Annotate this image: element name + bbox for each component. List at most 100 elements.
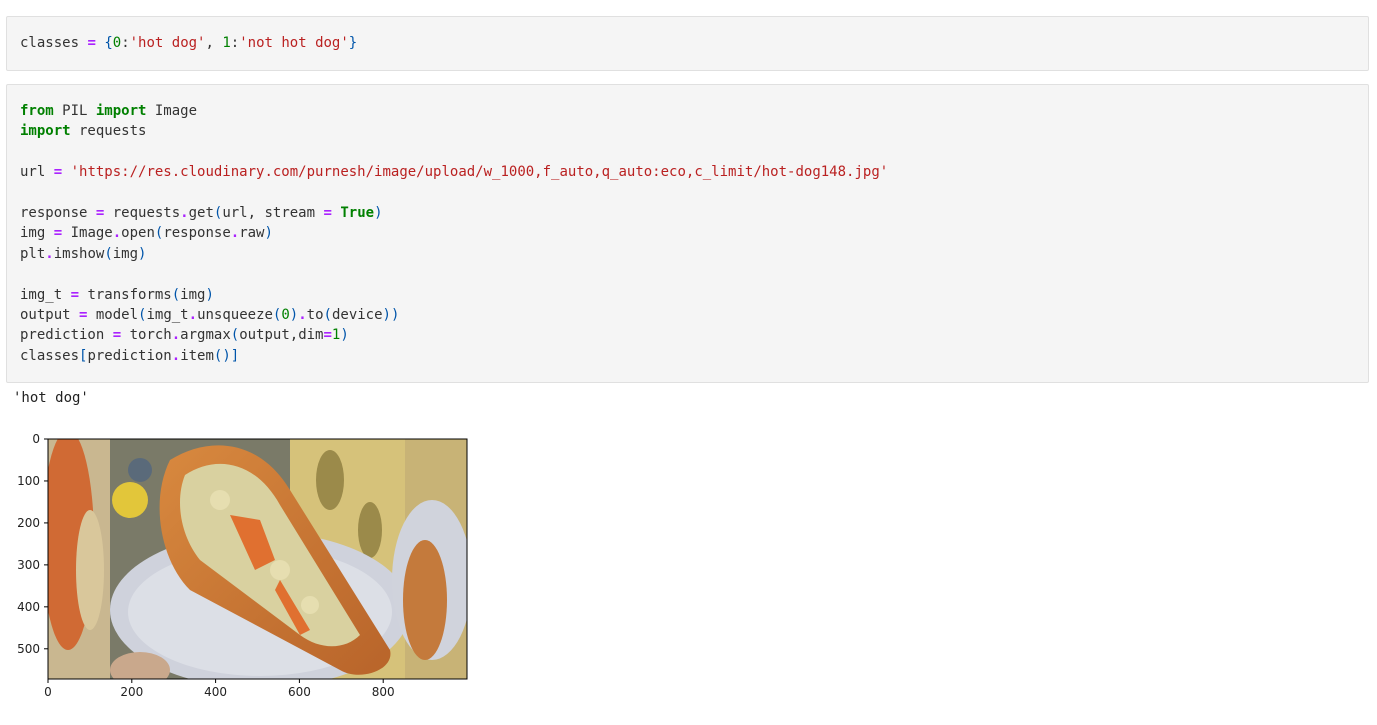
code-line: from PIL import Image bbox=[20, 103, 197, 119]
code-token: argmax bbox=[180, 327, 231, 344]
code-token: = bbox=[70, 286, 80, 303]
code-token: ) bbox=[138, 245, 147, 262]
y-tick-label: 100 bbox=[17, 474, 40, 488]
y-tick-label: 200 bbox=[17, 516, 40, 530]
code-token: . bbox=[230, 225, 240, 242]
code-token: imshow bbox=[53, 245, 105, 262]
code-token: torch bbox=[121, 327, 172, 344]
code-token: plt bbox=[20, 245, 46, 262]
x-tick-label: 600 bbox=[288, 685, 311, 699]
code-token: ) bbox=[374, 205, 383, 222]
x-tick-label: 200 bbox=[120, 685, 143, 699]
code-token: model bbox=[87, 307, 139, 324]
code-line: prediction = torch.argmax(output,dim=1) bbox=[20, 327, 349, 343]
code-token: device bbox=[331, 307, 383, 324]
code-token: output bbox=[20, 307, 80, 324]
code-token: True bbox=[340, 205, 375, 222]
code-cell-1[interactable]: classes = {0:'hot dog', 1:'not hot dog'} bbox=[6, 16, 1369, 71]
code-token: ) bbox=[205, 286, 214, 303]
code-token: response bbox=[20, 205, 96, 222]
code-token: . bbox=[171, 347, 181, 364]
code-line: output = model(img_t.unsqueeze(0).to(dev… bbox=[20, 307, 399, 323]
code-token: = bbox=[112, 327, 122, 344]
code-token: img bbox=[112, 245, 139, 262]
code-token: ( bbox=[230, 327, 240, 344]
hot-dog-photo bbox=[48, 439, 467, 679]
code-token: url, stream bbox=[222, 205, 324, 222]
code-token: 0 bbox=[112, 35, 122, 51]
code-token: requests bbox=[104, 205, 181, 222]
code-token: img_t bbox=[20, 286, 71, 303]
code-token: ( bbox=[171, 286, 181, 303]
code-token: Image bbox=[146, 103, 198, 119]
code-token: ( bbox=[104, 245, 113, 262]
code-token: requests bbox=[70, 123, 147, 140]
code-token: 1 bbox=[222, 35, 231, 51]
code-editor[interactable]: classes = {0:'hot dog', 1:'not hot dog'} bbox=[20, 33, 357, 53]
code-token: } bbox=[348, 35, 358, 51]
code-token: . bbox=[188, 307, 198, 324]
code-line: response = requests.get(url, stream = Tr… bbox=[20, 205, 383, 221]
code-token: = bbox=[87, 35, 96, 51]
code-token: prediction bbox=[87, 347, 172, 364]
code-token: from bbox=[20, 103, 54, 119]
code-token: 'https://res.cloudinary.com/purnesh/imag… bbox=[70, 164, 889, 181]
y-axis: 0 100 200 300 400 500 bbox=[17, 432, 48, 656]
code-token: : bbox=[230, 35, 240, 51]
code-token: 'hot dog' bbox=[129, 35, 206, 51]
code-token: = bbox=[323, 327, 332, 344]
y-tick-label: 500 bbox=[17, 642, 40, 656]
code-token: url bbox=[20, 164, 54, 181]
code-line: classes[prediction.item()] bbox=[20, 348, 239, 364]
code-token: to bbox=[306, 307, 324, 324]
code-token: item bbox=[180, 347, 214, 364]
code-token: classes bbox=[20, 347, 80, 364]
code-token: . bbox=[45, 245, 54, 262]
code-token: transforms bbox=[79, 286, 172, 303]
code-line: import requests bbox=[20, 123, 146, 139]
code-token: img bbox=[20, 225, 54, 242]
code-token: Image bbox=[62, 225, 113, 242]
code-token: response bbox=[163, 225, 231, 242]
code-token: . bbox=[180, 205, 189, 222]
code-editor[interactable]: from PIL import Image import requests ur… bbox=[20, 101, 888, 366]
code-token: ) bbox=[264, 225, 273, 242]
code-token: img_t bbox=[146, 307, 189, 324]
x-tick-label: 800 bbox=[372, 685, 395, 699]
x-tick-label: 0 bbox=[44, 685, 52, 699]
code-token: = bbox=[53, 164, 63, 181]
code-line: img_t = transforms(img) bbox=[20, 287, 214, 303]
code-token: open bbox=[121, 225, 155, 242]
code-token: unsqueeze bbox=[197, 307, 273, 324]
code-token: output,dim bbox=[239, 327, 324, 344]
code-token: ) bbox=[289, 307, 299, 324]
code-line: plt.imshow(img) bbox=[20, 246, 146, 262]
code-token: import bbox=[20, 123, 71, 140]
code-token: prediction bbox=[20, 327, 113, 344]
x-tick-label: 400 bbox=[204, 685, 227, 699]
code-token: get bbox=[188, 205, 214, 222]
code-token: . bbox=[112, 225, 122, 242]
code-token: = bbox=[53, 225, 63, 242]
code-token: { bbox=[104, 35, 113, 51]
code-token: img bbox=[180, 286, 206, 303]
code-line: img = Image.open(response.raw) bbox=[20, 225, 273, 241]
code-token: raw bbox=[239, 225, 265, 242]
code-token: ( bbox=[323, 307, 332, 324]
code-token: classes bbox=[20, 35, 88, 51]
code-token: PIL bbox=[53, 103, 96, 119]
code-token: ()] bbox=[213, 347, 240, 364]
cell-output-text: 'hot dog' bbox=[13, 390, 89, 406]
code-cell-2[interactable]: from PIL import Image import requests ur… bbox=[6, 84, 1369, 383]
code-line: url = 'https://res.cloudinary.com/purnes… bbox=[20, 164, 888, 180]
imshow-plot: 0 100 200 300 400 500 0 200 400 600 800 bbox=[17, 432, 468, 699]
code-token: : bbox=[121, 35, 130, 51]
x-axis: 0 200 400 600 800 bbox=[44, 679, 395, 699]
y-tick-label: 300 bbox=[17, 558, 40, 572]
code-token: = bbox=[323, 205, 332, 222]
code-line: classes = {0:'hot dog', 1:'not hot dog'} bbox=[20, 35, 357, 51]
code-token: . bbox=[171, 327, 181, 344]
code-token: 0 bbox=[281, 307, 290, 324]
y-tick-label: 400 bbox=[17, 600, 40, 614]
